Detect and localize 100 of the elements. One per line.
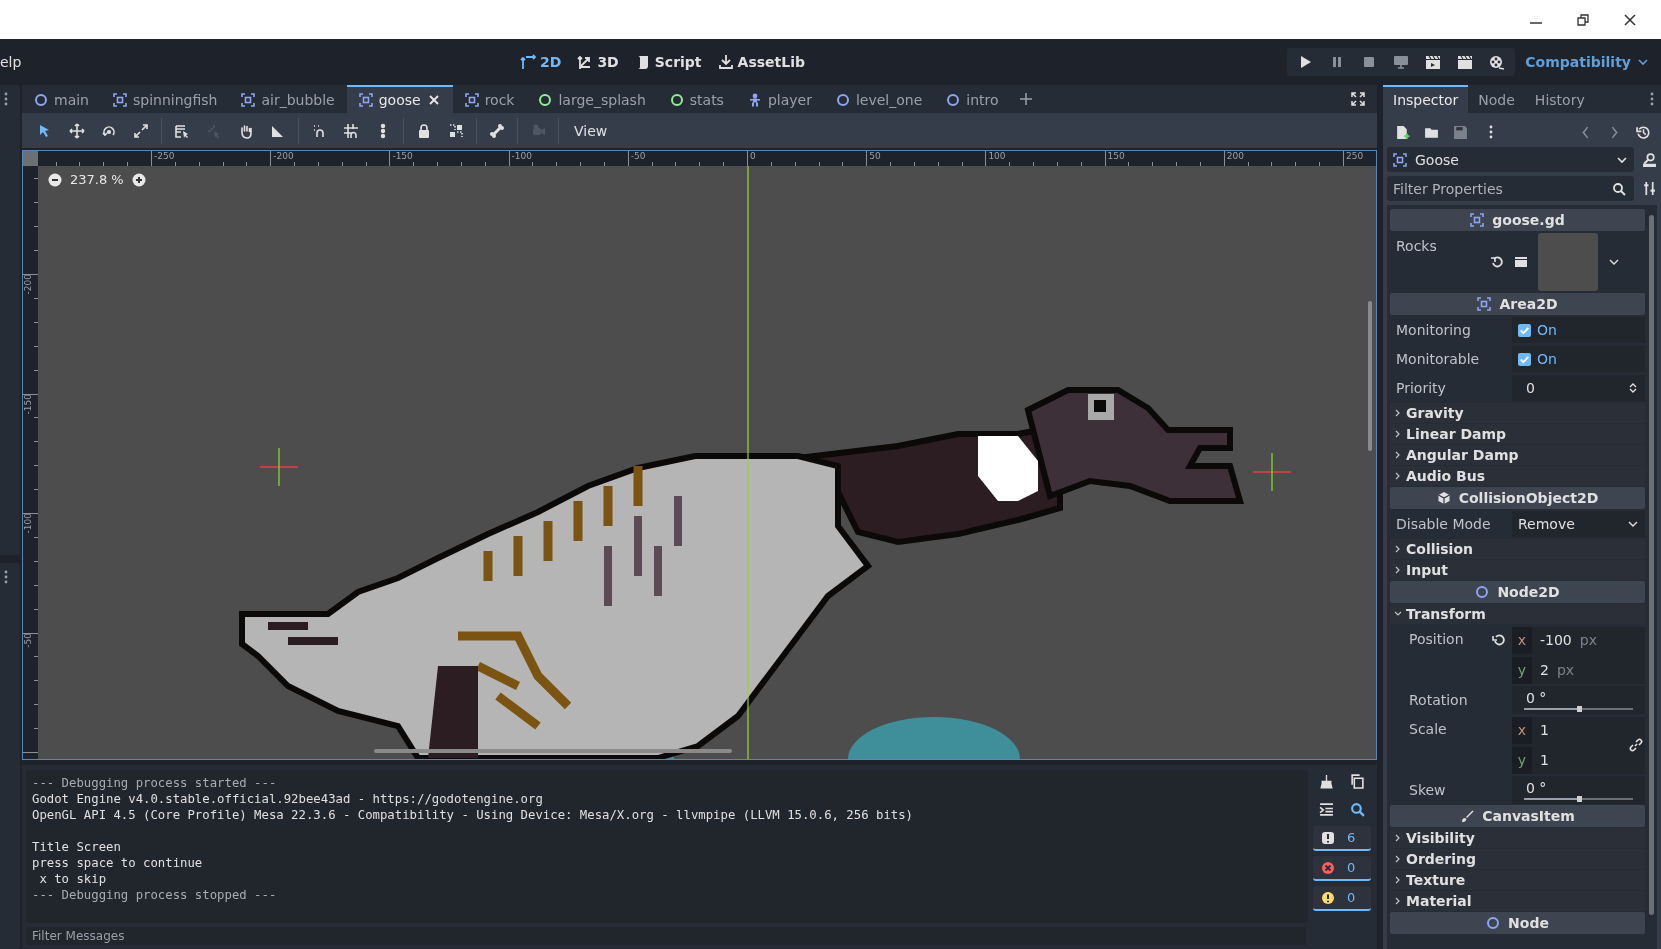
download-icon: [717, 54, 734, 70]
object-selector[interactable]: Goose: [1387, 147, 1634, 172]
property-group[interactable]: Linear Damp: [1390, 424, 1645, 444]
lock-icon[interactable]: [416, 122, 432, 139]
checkbox[interactable]: [1518, 352, 1531, 366]
message-filter[interactable]: 0: [1313, 856, 1371, 881]
number-field[interactable]: y 2 px: [1512, 656, 1645, 684]
filter-properties-field[interactable]: Filter Properties: [1387, 176, 1634, 201]
scene-tab[interactable]: rock: [452, 85, 527, 113]
magnet-icon[interactable]: [311, 122, 327, 139]
slider-field[interactable]: 0 °: [1512, 776, 1645, 804]
revert-icon[interactable]: [1492, 633, 1506, 647]
checkbox-label[interactable]: On: [1537, 322, 1557, 338]
search-icon[interactable]: [1612, 182, 1626, 196]
zoom-level[interactable]: 237.8 %: [70, 172, 124, 187]
dock-tab[interactable]: Inspector: [1383, 85, 1469, 113]
more-icon[interactable]: [1488, 124, 1494, 140]
property-group[interactable]: Ordering: [1390, 849, 1645, 869]
filter-messages-field[interactable]: Filter Messages: [26, 927, 1306, 945]
workspace-tab[interactable]: 3D: [577, 54, 619, 70]
bone-icon[interactable]: [489, 122, 505, 139]
add-tab-icon[interactable]: [1018, 92, 1033, 106]
drag-handle-icon[interactable]: [3, 569, 9, 585]
link-icon[interactable]: [1629, 738, 1643, 752]
doc-search-icon[interactable]: [1642, 152, 1657, 167]
clapperboard-icon[interactable]: [1457, 54, 1474, 70]
history-icon[interactable]: [1636, 124, 1651, 140]
grid-magnet-icon[interactable]: [343, 122, 359, 139]
list-cursor-icon[interactable]: [174, 122, 190, 139]
menu-item[interactable]: elp: [0, 54, 22, 70]
scale-arrows-icon[interactable]: [133, 122, 149, 139]
clapperboard-icon[interactable]: [1514, 255, 1528, 269]
property-group[interactable]: Texture: [1390, 870, 1645, 890]
move-arrows-icon[interactable]: [69, 122, 85, 139]
film-reel-icon[interactable]: [1489, 54, 1506, 70]
property-group[interactable]: Visibility: [1390, 828, 1645, 848]
dropdown[interactable]: Remove: [1512, 511, 1645, 537]
drag-handle-icon[interactable]: [3, 91, 9, 107]
number-field[interactable]: x -100 px: [1512, 626, 1645, 654]
copy-icon[interactable]: [1350, 774, 1365, 789]
number-field[interactable]: x 1: [1512, 716, 1645, 744]
workspace-tab[interactable]: 2D: [520, 54, 562, 70]
search-icon[interactable]: [1350, 802, 1365, 817]
log-line: OpenGL API 4.5 (Core Profile) Mesa 22.3.6 - Compatibility - Using Device: Mesa/X.org - llvmpipe (LLVM 15.0.6, 256 bits): [32, 807, 914, 823]
monitor-icon[interactable]: [1393, 54, 1410, 70]
section-header[interactable]: Node2D: [1390, 581, 1645, 603]
checkbox[interactable]: [1518, 323, 1531, 337]
section-header[interactable]: CanvasItem: [1390, 805, 1645, 827]
section-title: Node: [1508, 915, 1549, 931]
scene-tab[interactable]: player: [735, 85, 824, 113]
property-group[interactable]: Input: [1390, 560, 1645, 580]
property-group[interactable]: Angular Damp: [1390, 445, 1645, 465]
revert-icon[interactable]: [1490, 255, 1504, 269]
property-group[interactable]: Gravity: [1390, 403, 1645, 423]
close-icon[interactable]: [426, 93, 441, 107]
workspace-tab[interactable]: Script: [634, 54, 702, 70]
more-icon[interactable]: [1649, 91, 1655, 107]
message-filter[interactable]: 0: [1313, 886, 1371, 911]
tools-icon[interactable]: [1642, 181, 1657, 196]
section-header[interactable]: CollisionObject2D: [1390, 487, 1645, 509]
group-icon[interactable]: [448, 122, 464, 139]
zoom-out-icon[interactable]: [48, 172, 62, 187]
number-field[interactable]: y 1: [1512, 746, 1645, 774]
restore-icon[interactable]: [1576, 12, 1590, 27]
scene-tab[interactable]: stats: [657, 85, 736, 113]
property-group[interactable]: Material: [1390, 891, 1645, 911]
dock-tab[interactable]: History: [1524, 85, 1595, 113]
section-header[interactable]: Area2D: [1390, 293, 1645, 315]
clapperboard-icon[interactable]: [1425, 54, 1442, 70]
scene-tab[interactable]: large_splash: [526, 85, 658, 113]
scrollbar[interactable]: [374, 749, 732, 753]
checkbox-label[interactable]: On: [1537, 351, 1557, 367]
renderer-dropdown[interactable]: Compatibility: [1515, 54, 1661, 70]
section-header[interactable]: goose.gd: [1390, 209, 1645, 231]
scene-tab[interactable]: spinningfish: [101, 85, 230, 113]
number-field[interactable]: 0: [1512, 375, 1645, 401]
scene-tab[interactable]: level_one: [823, 85, 935, 113]
fullscreen-icon[interactable]: [1351, 92, 1365, 106]
scene-tab[interactable]: air_bubble: [229, 85, 347, 113]
zoom-in-icon[interactable]: [131, 172, 146, 187]
save-icon[interactable]: [1453, 124, 1468, 140]
clear-icon[interactable]: [1319, 774, 1334, 789]
collapse-icon[interactable]: [1319, 802, 1334, 817]
property-group[interactable]: Audio Bus: [1390, 466, 1645, 486]
hand-icon[interactable]: [238, 122, 254, 139]
property-group[interactable]: Transform: [1390, 604, 1645, 624]
spinner-icon[interactable]: [1627, 382, 1639, 394]
workspace-tab[interactable]: AssetLib: [717, 54, 805, 70]
close-icon[interactable]: [1623, 12, 1637, 27]
dock-tab[interactable]: Node: [1468, 85, 1525, 113]
scene-tab[interactable]: goose: [346, 85, 453, 113]
view-menu[interactable]: View: [564, 118, 618, 143]
section-header[interactable]: Node: [1390, 912, 1645, 934]
scrollbar[interactable]: [1368, 301, 1372, 451]
message-filter[interactable]: 6: [1313, 826, 1371, 851]
slider-field[interactable]: 0 °: [1512, 686, 1645, 714]
property-group[interactable]: Collision: [1390, 539, 1645, 559]
scene-tab[interactable]: main: [22, 85, 101, 113]
new-resource-icon[interactable]: [1395, 124, 1410, 140]
scene-tab[interactable]: intro: [934, 85, 1011, 113]
